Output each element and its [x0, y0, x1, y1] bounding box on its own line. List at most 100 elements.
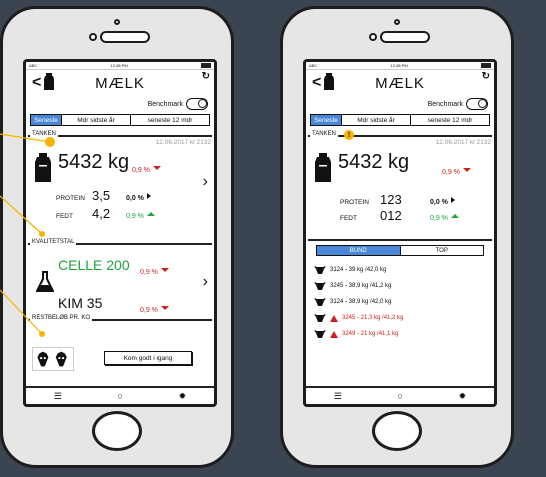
header: < MÆLK ↻ [26, 70, 214, 96]
milk-can-icon [35, 153, 51, 182]
tab-seneste-12-mdr[interactable]: seneste 12 mdr [131, 115, 209, 125]
camera-dot [369, 33, 377, 41]
benchmark-toggle[interactable] [186, 98, 208, 110]
circle-icon[interactable]: ○ [118, 391, 123, 401]
gear-icon[interactable]: ✹ [179, 391, 187, 402]
section-tanken: TANKEN [26, 131, 214, 139]
timestamp: 12.06.2017 kl 2132 [155, 139, 211, 146]
right-arrow-icon [450, 196, 455, 203]
fat-change: 0,9 % [430, 207, 459, 225]
tank-card[interactable]: 12.06.2017 kl 2132 5432 kg 0,9 % PROTEIN… [306, 139, 494, 239]
volume-pct: 0,9 % [132, 167, 150, 174]
cow-text: 3124 - 39 kg /42,0 kg [330, 267, 387, 273]
chevron-right-icon[interactable]: › [203, 273, 208, 291]
benchmark-toggle[interactable] [466, 98, 488, 110]
bottom-toolbar: ☰ ○ ✹ [306, 386, 494, 404]
protein-label: PROTEIN [340, 199, 369, 206]
bottom-top-segment: BUND TOP [316, 245, 484, 256]
speaker-slot [100, 31, 150, 43]
tab-seneste[interactable]: Seneste [31, 115, 62, 125]
home-button[interactable] [92, 411, 142, 451]
list-item[interactable]: 3124 - 38,9 kg /42,0 kg [314, 294, 494, 310]
cow-icon [314, 282, 326, 290]
warning-icon [330, 314, 338, 322]
cow-icon [314, 314, 326, 322]
rest-card: Kom godt i igang [26, 323, 214, 383]
section-kvalitetstal: KVALITETSTAL [26, 239, 214, 247]
fat-pct: 0,9 % [430, 215, 448, 222]
protein-value: 3,5 [92, 188, 111, 203]
carrier: ABC [29, 63, 38, 68]
status-bar: ABC 12:38 PM [26, 62, 214, 70]
clock: 12:38 PM [110, 63, 128, 68]
list-item[interactable]: 3245 - 38,9 kg /41,2 kg [314, 278, 494, 294]
section-tanken: TANKEN ! [306, 130, 494, 140]
list-item[interactable]: 3245 - 21,3 kg /41,2 kg [314, 310, 494, 326]
screen: ABC 12:38 PM < MÆLK ↻ Benchmark Seneste … [23, 59, 217, 407]
volume-change: 0,9 % [132, 159, 161, 177]
cows-image [32, 347, 74, 371]
circle-icon[interactable]: ○ [398, 391, 403, 401]
kim-value: KIM 35 [58, 295, 103, 311]
bottom-toolbar: ☰ ○ ✹ [26, 386, 214, 404]
celle-change: 0,9 % [140, 261, 169, 279]
milk-can-icon [44, 73, 54, 90]
get-started-button[interactable]: Kom godt i igang [104, 351, 192, 365]
protein-change: 0,0 % [126, 187, 151, 205]
tank-volume: 5432 kg [58, 151, 130, 173]
fat-value: 012 [380, 208, 402, 223]
refresh-icon[interactable]: ↻ [202, 71, 210, 82]
kim-pct: 0,9 % [140, 307, 158, 314]
cow-list: 3124 - 39 kg /42,0 kg 3245 - 38,9 kg /41… [306, 262, 494, 342]
celle-value: CELLE 200 [58, 257, 130, 273]
fat-value: 4,2 [92, 206, 111, 221]
toggle-knob [478, 99, 487, 108]
refresh-icon[interactable]: ↻ [482, 71, 490, 82]
right-arrow-icon [146, 192, 151, 199]
cow-text: 3124 - 38,9 kg /42,0 kg [330, 299, 392, 305]
back-button[interactable]: < [32, 74, 41, 92]
tank-card[interactable]: 12.06.2017 kl 2132 5432 kg 0,9 % › PROTE… [26, 139, 214, 239]
period-tabs: Seneste Mdr sidste år seneste 12 mdr [30, 114, 210, 126]
benchmark-label: Benchmark [147, 100, 183, 108]
fat-row: FEDT 4,2 0,9 % [56, 205, 155, 223]
volume-change: 0,9 % [442, 161, 471, 179]
benchmark-row: Benchmark [306, 96, 494, 112]
list-item[interactable]: 3124 - 39 kg /42,0 kg [314, 262, 494, 278]
phone-mockup-left: ABC 12:38 PM < MÆLK ↻ Benchmark Seneste … [0, 6, 234, 468]
tab-mdr-sidste-aar[interactable]: Mdr sidste år [62, 115, 131, 125]
battery-icon [200, 63, 211, 68]
camera-dot [89, 33, 97, 41]
sensor-dot [114, 19, 120, 25]
up-arrow-icon [146, 211, 155, 216]
down-arrow-icon [160, 267, 169, 272]
sensor-dot [394, 19, 400, 25]
page-title: MÆLK [375, 74, 425, 92]
segment-top[interactable]: TOP [401, 246, 484, 255]
list-icon[interactable]: ☰ [54, 391, 62, 402]
tank-volume: 5432 kg [338, 151, 410, 173]
chevron-right-icon[interactable]: › [203, 173, 208, 191]
clock: 12:38 PM [390, 63, 408, 68]
cow-icon [314, 330, 326, 338]
tab-seneste-12-mdr[interactable]: seneste 12 mdr [411, 115, 489, 125]
cow-text: 3245 - 38,9 kg /41,2 kg [330, 283, 392, 289]
gear-icon[interactable]: ✹ [459, 391, 467, 402]
milk-can-icon [315, 153, 331, 182]
page-title: MÆLK [95, 74, 145, 92]
header: < MÆLK ↻ [306, 70, 494, 96]
segment-bund[interactable]: BUND [317, 246, 401, 255]
tab-mdr-sidste-aar[interactable]: Mdr sidste år [342, 115, 411, 125]
warning-icon [330, 330, 338, 338]
list-item[interactable]: 3249 - 21 kg /41,1 kg [314, 326, 494, 342]
battery-icon [480, 63, 491, 68]
list-icon[interactable]: ☰ [334, 391, 342, 402]
section-restbelob: RESTBELØB PR. KO [26, 315, 214, 323]
cow-icon [314, 266, 326, 274]
back-button[interactable]: < [312, 74, 321, 92]
tab-seneste[interactable]: Seneste [311, 115, 342, 125]
section-label: KVALITETSTAL [30, 239, 77, 245]
quality-card[interactable]: CELLE 200 0,9 % › KIM 35 0,9 % [26, 247, 214, 315]
status-bar: ABC 12:38 PM [306, 62, 494, 70]
home-button[interactable] [372, 411, 422, 451]
